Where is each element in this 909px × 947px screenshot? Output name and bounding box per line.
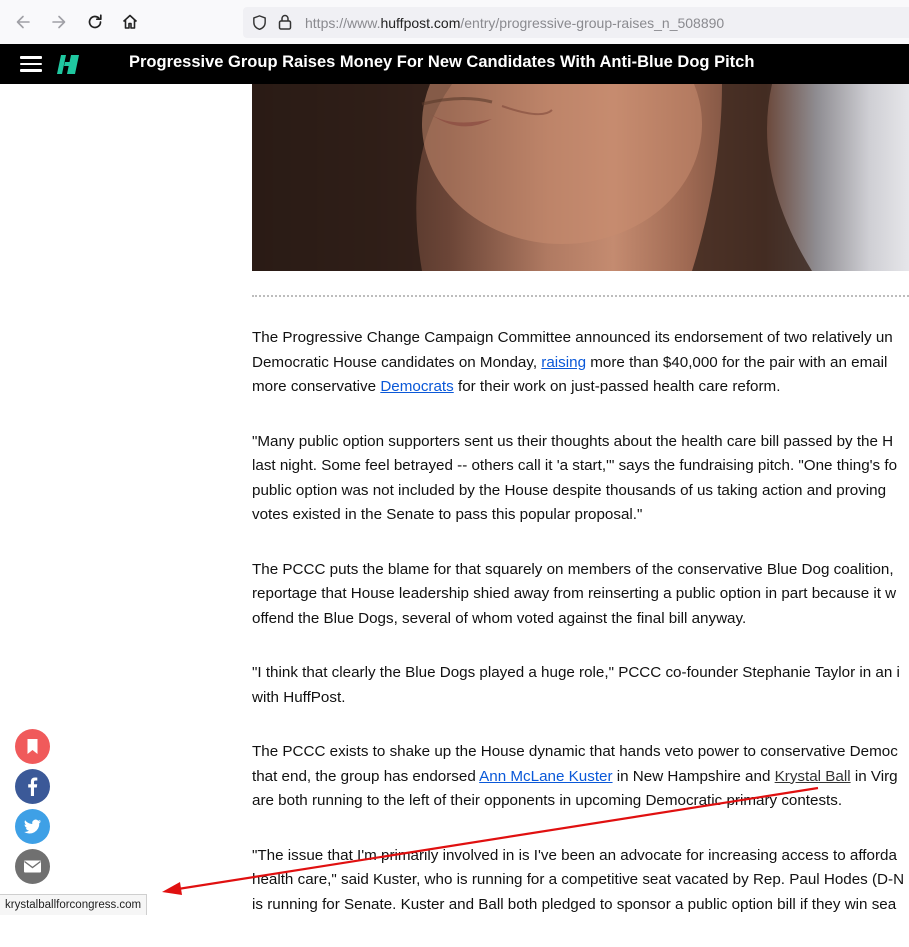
email-icon: [24, 860, 41, 873]
facebook-icon: [28, 777, 38, 796]
header-title: Progressive Group Raises Money For New C…: [129, 53, 755, 71]
address-bar[interactable]: https://www.huffpost.com/entry/progressi…: [243, 7, 909, 38]
home-icon[interactable]: [120, 12, 140, 32]
section-divider: [252, 295, 909, 297]
browser-toolbar: https://www.huffpost.com/entry/progressi…: [0, 0, 909, 45]
paragraph: The PCCC exists to shake up the House dy…: [252, 743, 898, 809]
paragraph: The Progressive Change Campaign Committe…: [252, 329, 893, 395]
menu-icon[interactable]: [20, 56, 42, 72]
huffpost-logo[interactable]: [57, 55, 79, 74]
url-text[interactable]: https://www.huffpost.com/entry/progressi…: [305, 15, 724, 31]
twitter-share-button[interactable]: [15, 809, 50, 844]
back-icon[interactable]: [13, 12, 33, 32]
article-video[interactable]: [252, 84, 909, 271]
raising-link[interactable]: raising: [541, 354, 586, 371]
ann-mclane-kuster-link[interactable]: Ann McLane Kuster: [479, 768, 612, 785]
paragraph: The PCCC puts the blame for that squarel…: [252, 560, 897, 627]
krystal-ball-link[interactable]: Krystal Ball: [775, 768, 851, 785]
paragraph: "I think that clearly the Blue Dogs play…: [252, 664, 900, 706]
paragraph: "The issue that I'm primarily involved i…: [252, 846, 905, 913]
bookmark-button[interactable]: [15, 729, 50, 764]
email-share-button[interactable]: [15, 849, 50, 884]
lock-icon[interactable]: [277, 13, 293, 31]
article-body: The Progressive Change Campaign Committe…: [252, 326, 909, 947]
twitter-icon: [24, 819, 41, 834]
paragraph: "Many public option supporters sent us t…: [252, 432, 898, 524]
site-header: Progressive Group Raises Money For New C…: [0, 44, 909, 84]
facebook-share-button[interactable]: [15, 769, 50, 804]
democrats-link[interactable]: Democrats: [380, 378, 453, 395]
forward-icon[interactable]: [49, 12, 69, 32]
bookmark-icon: [27, 739, 38, 754]
shield-icon[interactable]: [251, 14, 268, 31]
status-bar-url: krystalballforcongress.com: [0, 894, 148, 915]
reload-icon[interactable]: [85, 12, 105, 32]
